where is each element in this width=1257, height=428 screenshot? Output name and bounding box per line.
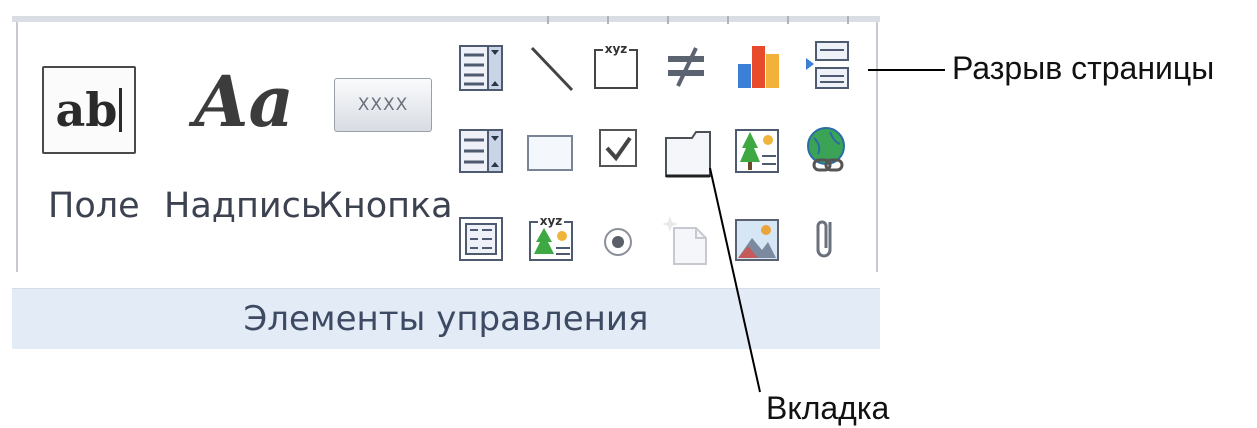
tab-callout: Вкладка	[766, 390, 890, 426]
tab-callout-line	[709, 167, 761, 393]
page-break-callout: Разрыв страницы	[952, 50, 1215, 86]
